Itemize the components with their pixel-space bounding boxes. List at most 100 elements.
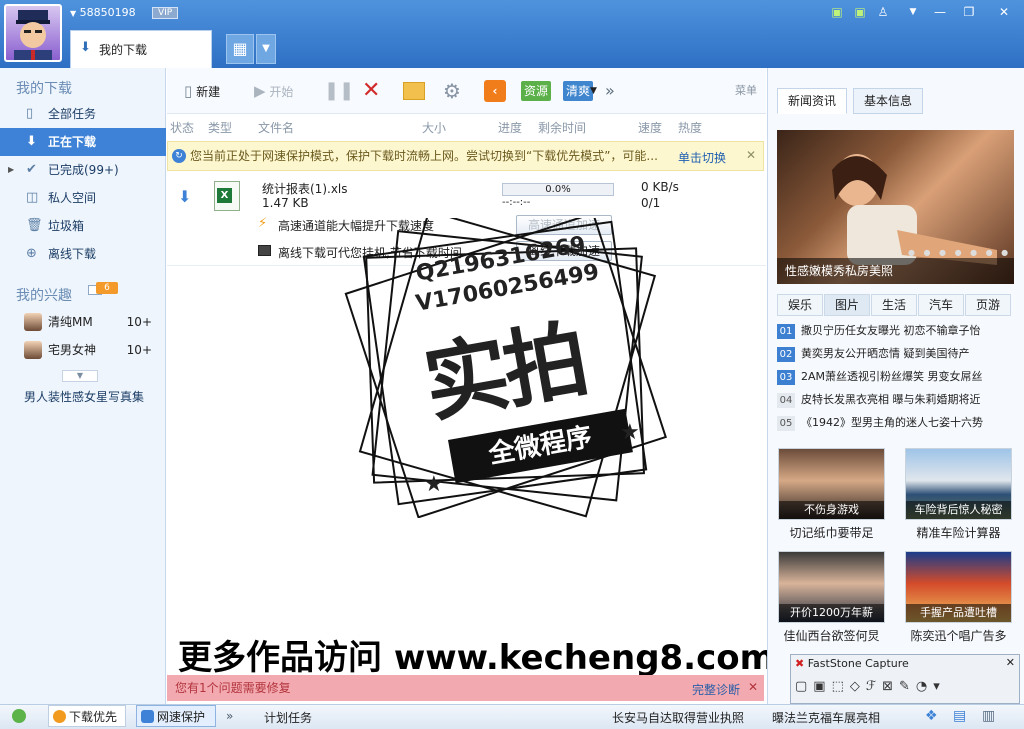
close-icon[interactable]: ✕ — [995, 4, 1013, 20]
thumb-insurance[interactable]: 车险背后惊人秘密 — [905, 448, 1012, 520]
tab-webgames[interactable]: 页游 — [965, 294, 1011, 316]
news-item[interactable]: 04 皮特长发黑衣亮相 曝与朱莉婚期将近 — [777, 389, 1014, 411]
thumb-subtitle[interactable]: 佳仙西台欲签何炅 — [778, 627, 885, 644]
play-icon[interactable] — [12, 709, 26, 723]
menu-icon[interactable]: ▼ — [904, 4, 922, 20]
tab-cars[interactable]: 汽车 — [918, 294, 964, 316]
private-icon: ◫ — [26, 190, 39, 205]
shirt-icon[interactable]: ♙ — [874, 4, 892, 20]
feedback-icon[interactable]: ▣ — [851, 4, 869, 20]
news-item[interactable]: 03 2AM萧丝透视引粉丝爆笑 男变女屌丝 — [777, 366, 1014, 388]
user-id[interactable]: ▼ 58850198 — [70, 6, 136, 19]
star-icon: ★ — [424, 472, 444, 497]
news-item[interactable]: 05 《1942》型男主角的迷人七姿十六势 — [777, 412, 1014, 434]
column-size[interactable]: 大小 — [422, 119, 446, 136]
news-item[interactable]: 02 黄奕男友公开晒恋情 疑到美国待产 — [777, 343, 1014, 365]
interest-badge: 6 — [96, 282, 118, 294]
delete-icon[interactable]: ✕ — [362, 80, 380, 102]
menu-button[interactable]: 菜单 — [735, 80, 757, 102]
thumb-game[interactable]: 不伤身游戏 — [778, 448, 885, 520]
task-filename[interactable]: 统计报表(1).xls — [262, 180, 348, 197]
tab-life[interactable]: 生活 — [871, 294, 917, 316]
sidebar-item-downloading[interactable]: ⬇ 正在下载 — [0, 128, 166, 156]
column-status[interactable]: 状态 — [170, 119, 194, 136]
faststone-toolbar[interactable]: ✖ FastStone Capture ✕ ▢▣⬚◇ℱ⊠✎◔▾ — [790, 654, 1020, 704]
close-icon[interactable]: ✕ — [1006, 656, 1015, 669]
tab-pictures[interactable]: 图片 — [824, 294, 870, 316]
cloud-download-icon: ⊕ — [26, 246, 37, 261]
minimize-icon[interactable]: — — [931, 4, 949, 20]
user-avatar[interactable] — [4, 4, 62, 62]
avatar — [24, 313, 42, 331]
photo-caption[interactable]: 性感嫩模秀私房美照 — [777, 258, 1014, 284]
start-button[interactable]: ▶ 开始 — [254, 80, 293, 102]
star-icon: ★ — [620, 420, 640, 445]
interest-item[interactable]: 清纯MM 10+ — [0, 308, 166, 336]
play-icon: ▶ — [254, 82, 266, 100]
collapse-icon[interactable]: ▼ — [62, 370, 98, 382]
chevron-down-icon[interactable]: ▼ — [256, 34, 276, 64]
column-filename[interactable]: 文件名 — [258, 119, 294, 136]
faststone-logo-icon: ✖ — [795, 657, 805, 670]
thumb-concert[interactable]: 手握产品遭吐槽 — [905, 551, 1012, 623]
capture-tools[interactable]: ▢▣⬚◇ℱ⊠✎◔▾ — [795, 679, 946, 694]
expand-icon[interactable]: ▶ — [8, 156, 14, 184]
sidebar-item-completed[interactable]: ▶ ✔ 已完成(99+) — [0, 156, 166, 184]
tab-basic-info[interactable]: 基本信息 — [853, 88, 924, 114]
download-status-icon: ⬇ — [178, 187, 192, 206]
task-heat: 0/1 — [641, 196, 661, 210]
clean-button[interactable]: 清爽 — [563, 81, 594, 101]
sidebar-item-all[interactable]: ▯ 全部任务 — [0, 100, 166, 128]
status-news-2[interactable]: 曝法兰克福车展亮相 — [772, 709, 880, 726]
download-priority-button[interactable]: 下载优先 — [48, 705, 126, 727]
avatar-image — [14, 10, 52, 60]
network-icon[interactable]: ❖ — [925, 708, 938, 724]
repair-alert: 您有1个问题需要修复 — [167, 675, 764, 701]
carousel-dots[interactable]: ● ● ● ● ● ● ● — [908, 248, 1011, 257]
restore-icon[interactable]: ❐ — [960, 4, 978, 20]
thumb-salary[interactable]: 开价1200万年薪 — [778, 551, 885, 623]
check-icon: ✔ — [26, 162, 37, 177]
close-icon[interactable]: ✕ — [746, 148, 756, 162]
column-heat[interactable]: 热度 — [678, 119, 702, 136]
column-type[interactable]: 类型 — [208, 119, 232, 136]
column-header-row — [167, 114, 766, 138]
folder-icon[interactable] — [403, 82, 425, 100]
grid-view-icon[interactable]: ▦ — [226, 34, 254, 64]
thumb-subtitle[interactable]: 精准车险计算器 — [905, 524, 1012, 541]
column-speed[interactable]: 速度 — [638, 119, 662, 136]
more-icon[interactable]: » — [605, 80, 615, 102]
thumb-subtitle[interactable]: 切记纸巾要带足 — [778, 524, 885, 541]
more-icon[interactable]: » — [226, 709, 233, 723]
tab-entertainment[interactable]: 娱乐 — [777, 294, 823, 316]
pause-icon[interactable]: ❚❚ — [324, 80, 354, 102]
sidebar-item-trash[interactable]: 🗑 垃圾箱 — [0, 212, 166, 240]
skin-icon[interactable]: ▣ — [828, 4, 846, 20]
column-remaining[interactable]: 剩余时间 — [538, 119, 586, 136]
gear-icon[interactable]: ⚙ — [443, 80, 461, 102]
network-protect-button[interactable]: 网速保护 — [136, 705, 216, 727]
tab-news[interactable]: 新闻资讯 — [777, 88, 848, 114]
shield-icon — [141, 710, 154, 723]
thumb-subtitle[interactable]: 陈奕迅个唱广告多 — [905, 627, 1012, 644]
speedup-icon[interactable]: ‹ — [484, 80, 506, 102]
interest-item[interactable]: 宅男女神 10+ — [0, 336, 166, 364]
excel-icon: X — [214, 181, 240, 211]
save-icon[interactable]: ▤ — [953, 708, 966, 724]
diagnose-link[interactable]: 完整诊断 — [692, 681, 740, 698]
sidebar-item-offline[interactable]: ⊕ 离线下载 — [0, 240, 166, 268]
plan-task-button[interactable]: 计划任务 — [264, 709, 312, 726]
column-progress[interactable]: 进度 — [498, 119, 522, 136]
new-button[interactable]: ▯ 新建 — [184, 80, 220, 102]
promo-link[interactable]: 男人装性感女星写真集 — [24, 388, 144, 405]
tab-my-downloads[interactable]: 我的下载 — [70, 30, 212, 68]
status-news-1[interactable]: 长安马自达取得营业执照 — [612, 709, 744, 726]
sidebar-item-private[interactable]: ◫ 私人空间 — [0, 184, 166, 212]
resource-button[interactable]: 资源 — [521, 81, 552, 101]
chevron-down-icon[interactable]: ▼ — [590, 80, 597, 102]
stats-icon[interactable]: ▥ — [982, 708, 995, 724]
close-icon[interactable]: ✕ — [748, 680, 758, 694]
news-item[interactable]: 01 撒贝宁历任女友曝光 初恋不输章子怡 — [777, 320, 1014, 342]
watermark-text: 更多作品访问 www.kecheng8.com — [178, 638, 776, 678]
switch-mode-link[interactable]: 单击切换 — [678, 149, 726, 166]
